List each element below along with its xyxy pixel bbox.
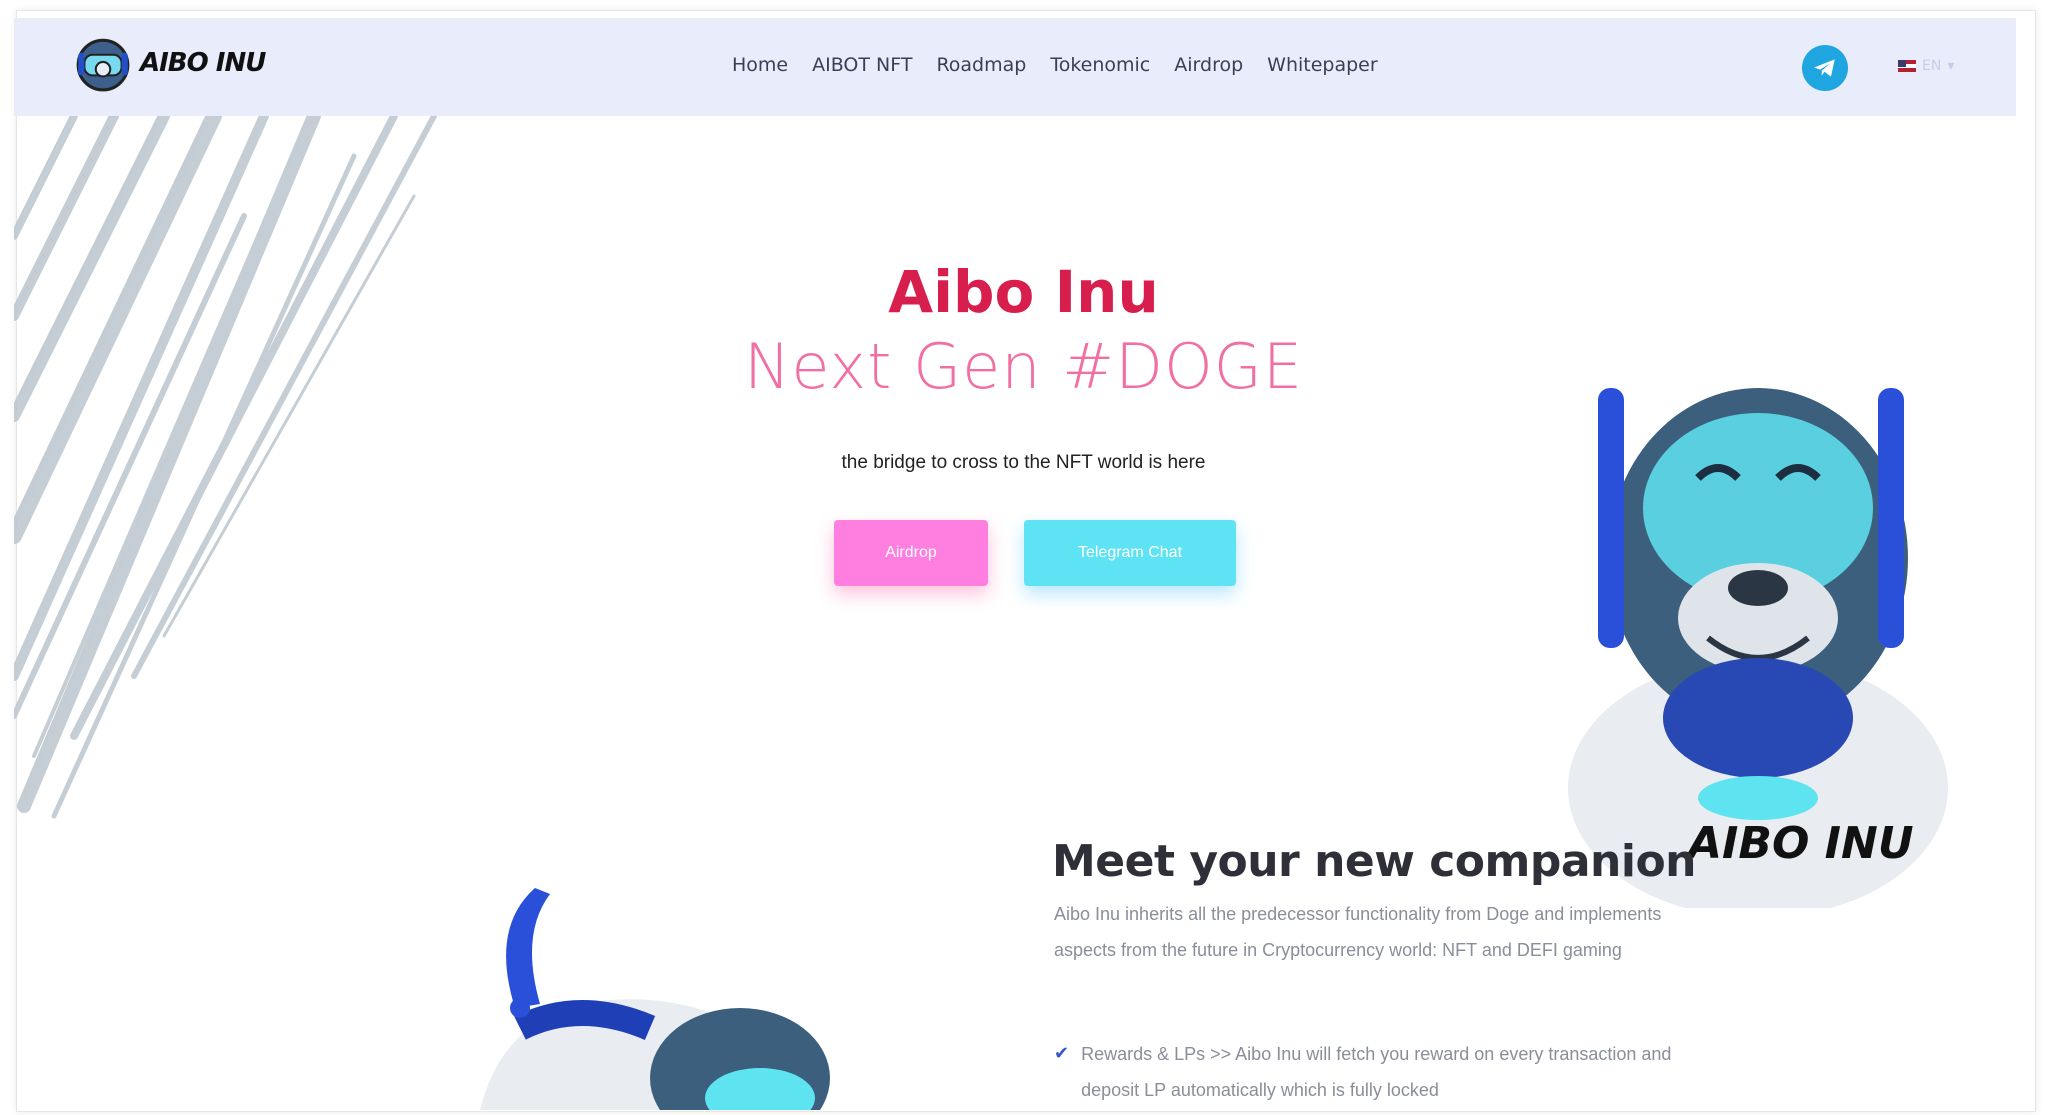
check-icon: ✔ [1054, 1043, 1070, 1064]
robot-dog-image-bottom [480, 888, 830, 1110]
nav-airdrop[interactable]: Airdrop [1174, 54, 1243, 76]
nav-home[interactable]: Home [732, 54, 788, 76]
robot-dog-image: AIBO INU [1568, 388, 1948, 908]
nav-aibot-nft[interactable]: AIBOT NFT [812, 54, 912, 76]
feature-item: ✔ Rewards & LPs >> Aibo Inu will fetch y… [1054, 1036, 1704, 1108]
feature-text: Rewards & LPs >> Aibo Inu will fetch you… [1081, 1044, 1672, 1100]
section-title: Meet your new companion [1052, 836, 1697, 887]
section-description: Aibo Inu inherits all the predecessor fu… [1054, 904, 1662, 960]
nav-tokenomic[interactable]: Tokenomic [1050, 54, 1150, 76]
telegram-button[interactable] [1802, 45, 1848, 91]
hero-title: Aibo Inu [888, 258, 1159, 326]
nav-whitepaper[interactable]: Whitepaper [1267, 54, 1378, 76]
us-flag-icon [1898, 60, 1916, 72]
robot-badge-text: AIBO INU [1685, 818, 1914, 869]
telegram-chat-button[interactable]: Telegram Chat [1024, 520, 1236, 586]
language-label: EN [1922, 58, 1942, 74]
logo-text: AIBO INU [140, 48, 266, 78]
main-nav: Home AIBOT NFT Roadmap Tokenomic Airdrop… [732, 54, 1402, 76]
airdrop-button[interactable]: Airdrop [834, 520, 988, 586]
decorative-streaks [14, 116, 437, 819]
telegram-icon [1814, 59, 1835, 77]
navbar: AIBO INU Home AIBOT NFT Roadmap Tokenomi… [14, 18, 2016, 116]
chevron-down-icon: ▾ [1947, 58, 1955, 74]
nav-roadmap[interactable]: Roadmap [936, 54, 1026, 76]
brand-logo[interactable]: AIBO INU [72, 32, 266, 94]
language-selector[interactable]: EN ▾ [1898, 58, 1954, 74]
robot-dog-logo-icon [76, 38, 130, 92]
